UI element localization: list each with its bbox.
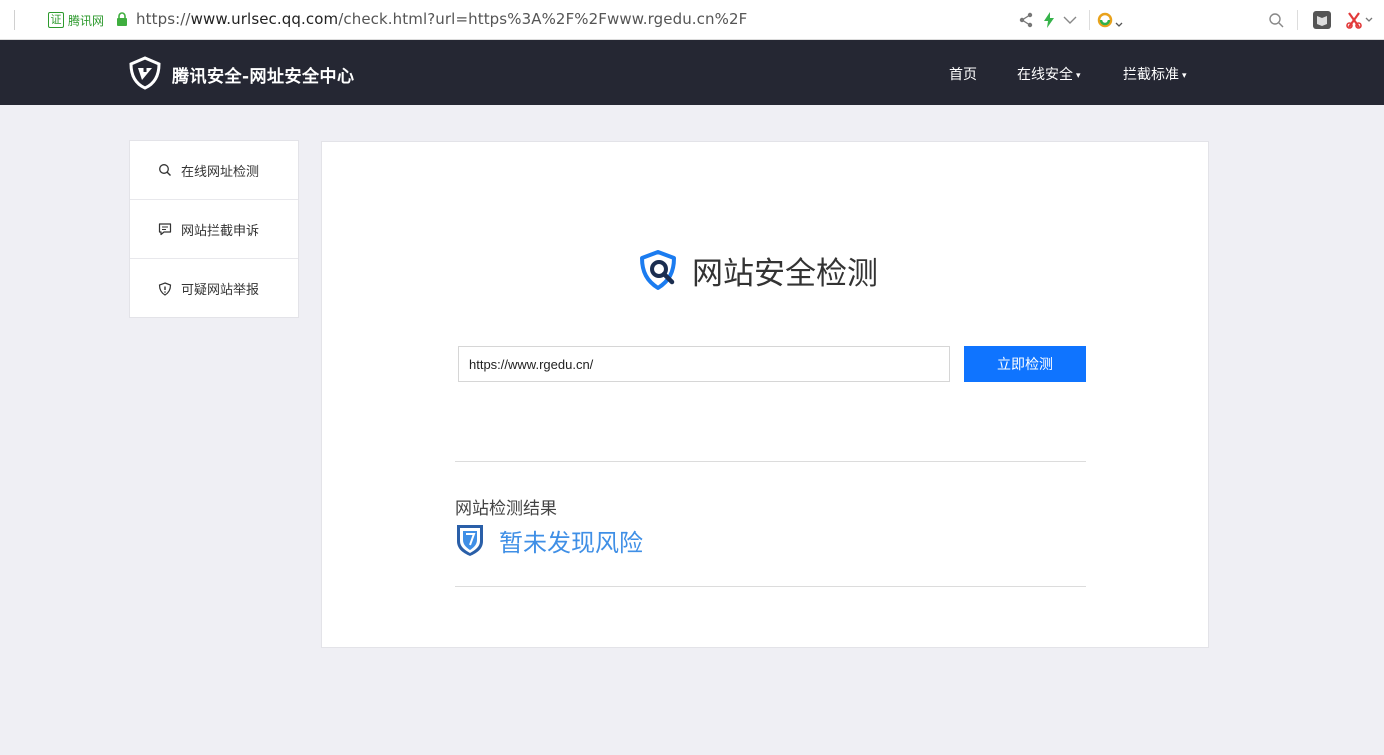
result-status: 暂未发现风险 [455,523,643,557]
search-icon[interactable] [1267,11,1285,29]
url-host: www.urlsec.qq.com [190,10,339,28]
share-icon[interactable] [1017,11,1035,29]
site-title[interactable]: 腾讯安全-网址安全中心 [172,62,355,87]
lock-icon [117,12,127,26]
reader-icon[interactable] [1312,10,1332,30]
sidebar-item-label: 网站拦截申诉 [181,223,260,239]
sidebar-item-report[interactable]: 可疑网站举报 [130,259,298,318]
nav-block-standard-label: 拦截标准 [1123,67,1179,83]
url-input[interactable] [458,346,950,382]
lightning-icon[interactable] [1040,11,1058,29]
divider [455,586,1086,587]
page-heading: 网站安全检测 [638,248,878,292]
main-panel: 网站安全检测 立即检测 网站检测结果 暂未发现风险 [321,141,1209,648]
shield-search-icon [640,250,676,290]
toolbar-divider [1089,10,1090,30]
shield-alert-icon [158,281,172,296]
nav-online-security-label: 在线安全 [1017,67,1073,83]
shield-check-icon [457,525,483,556]
message-icon [158,223,172,236]
browser-logo-icon[interactable] [1097,11,1125,29]
address-url[interactable]: https://www.urlsec.qq.com/check.html?url… [136,10,747,28]
toolbar-divider [1297,10,1298,30]
browser-address-bar: 证 腾讯网 https://www.urlsec.qq.com/check.ht… [0,0,1384,40]
nav-home[interactable]: 首页 [949,64,977,84]
url-scheme: https:// [136,10,191,28]
search-icon [159,164,171,176]
caret-down-icon: ▾ [1182,71,1187,81]
page-title: 网站安全检测 [692,255,878,292]
url-path: /check.html?url=https%3A%2F%2Fwww.rgedu.… [338,10,748,28]
nav-home-label: 首页 [949,67,977,83]
chevron-down-icon[interactable] [1061,11,1079,29]
sidebar-item-appeal[interactable]: 网站拦截申诉 [130,200,298,259]
check-now-button[interactable]: 立即检测 [964,346,1086,382]
caret-down-icon: ▾ [1076,71,1081,81]
sidebar-item-url-check[interactable]: 在线网址检测 [130,141,298,200]
site-header: 腾讯安全-网址安全中心 首页 在线安全 ▾ 拦截标准 ▾ [0,40,1384,105]
result-heading: 网站检测结果 [455,499,557,519]
scissors-icon[interactable] [1346,11,1376,29]
result-text: 暂未发现风险 [499,528,643,557]
sidebar-item-label: 可疑网站举报 [181,283,260,298]
cert-icon: 证 [48,12,64,28]
cert-label: 腾讯网 [68,13,105,28]
divider [455,461,1086,462]
tencent-security-logo-icon[interactable] [128,56,162,90]
toolbar-divider [14,10,15,30]
certificate-badge[interactable]: 证 腾讯网 [48,11,104,29]
sidebar: 在线网址检测 网站拦截申诉 可疑网站举报 [129,140,299,318]
nav-online-security[interactable]: 在线安全 ▾ [1017,64,1081,84]
sidebar-item-label: 在线网址检测 [181,164,260,180]
nav-block-standard[interactable]: 拦截标准 ▾ [1123,64,1187,84]
